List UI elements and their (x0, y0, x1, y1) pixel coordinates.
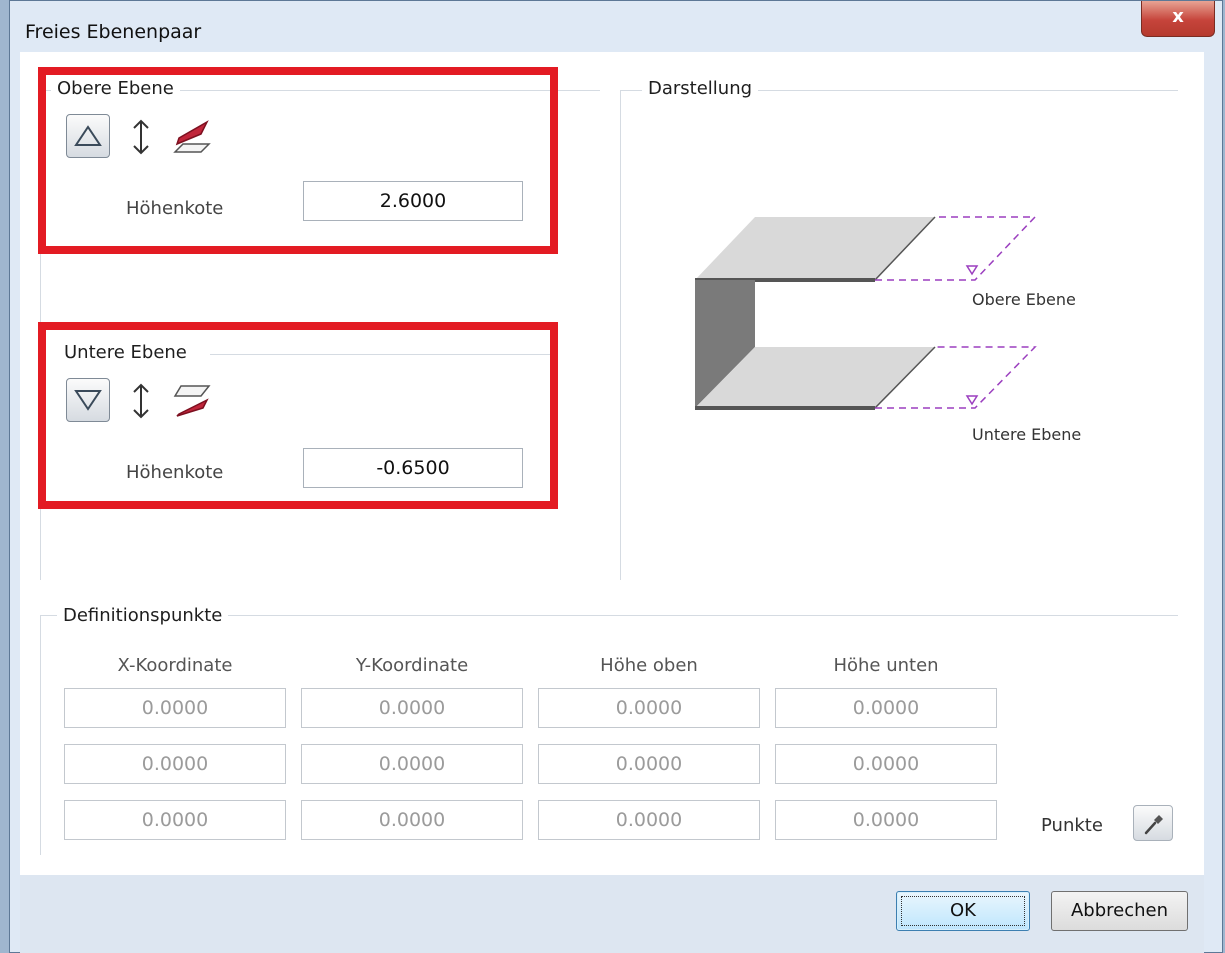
preview-group-left-border (620, 90, 621, 580)
point-2-top-input[interactable]: 0.0000 (538, 744, 760, 784)
dialog-client-area: Obere Ebene Höhenkote 2.6000 Untere Eben… (20, 52, 1204, 875)
focus-indicator (901, 896, 1025, 926)
point-2-x-input[interactable]: 0.0000 (64, 744, 286, 784)
pick-points-button[interactable] (1133, 805, 1173, 841)
lower-highlight-frame (38, 322, 558, 509)
points-group-left-border (40, 615, 41, 855)
point-2-bottom-input[interactable]: 0.0000 (775, 744, 997, 784)
preview-group-label: Darstellung (642, 78, 759, 99)
window-title: Freies Ebenenpaar (25, 21, 202, 43)
points-group-label: Definitionspunkte (57, 605, 229, 626)
column-header-height-bottom: Höhe unten (833, 655, 939, 676)
point-3-y-input[interactable]: 0.0000 (301, 800, 523, 840)
preview-diagram (695, 216, 1037, 410)
point-1-bottom-input[interactable]: 0.0000 (775, 688, 997, 728)
dialog-footer: OK Abbrechen (20, 875, 1204, 953)
point-3-x-input[interactable]: 0.0000 (64, 800, 286, 840)
cancel-button[interactable]: Abbrechen (1051, 891, 1188, 931)
close-button[interactable]: x (1141, 1, 1215, 37)
point-3-bottom-input[interactable]: 0.0000 (775, 800, 997, 840)
point-1-x-input[interactable]: 0.0000 (64, 688, 286, 728)
preview-upper-label: Obere Ebene (972, 290, 1076, 309)
ok-button[interactable]: OK (896, 891, 1030, 931)
point-1-y-input[interactable]: 0.0000 (301, 688, 523, 728)
pipette-icon (1144, 815, 1163, 835)
point-1-top-input[interactable]: 0.0000 (538, 688, 760, 728)
preview-lower-label: Untere Ebene (972, 425, 1082, 444)
column-header-x: X-Koordinate (117, 655, 233, 676)
upper-plate-surface (695, 217, 935, 280)
upper-highlight-frame (38, 67, 558, 254)
pick-points-label: Punkte (1041, 815, 1103, 836)
point-2-y-input[interactable]: 0.0000 (301, 744, 523, 784)
point-3-top-input[interactable]: 0.0000 (538, 800, 760, 840)
column-header-height-top: Höhe oben (600, 655, 698, 676)
column-header-y: Y-Koordinate (355, 655, 469, 676)
